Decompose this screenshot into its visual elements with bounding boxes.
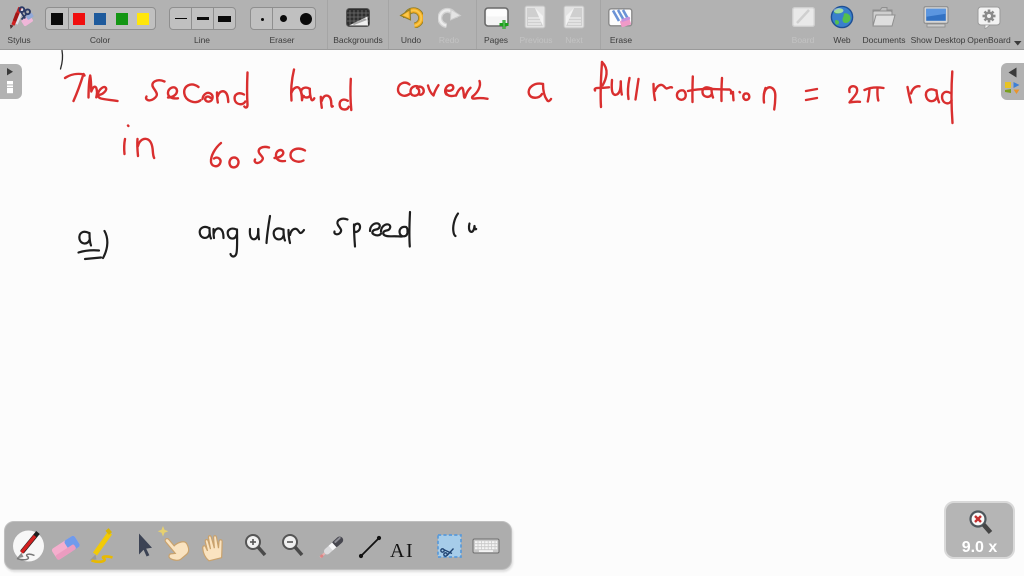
svg-text:I: I [406,540,413,562]
svg-text:A: A [390,540,405,562]
